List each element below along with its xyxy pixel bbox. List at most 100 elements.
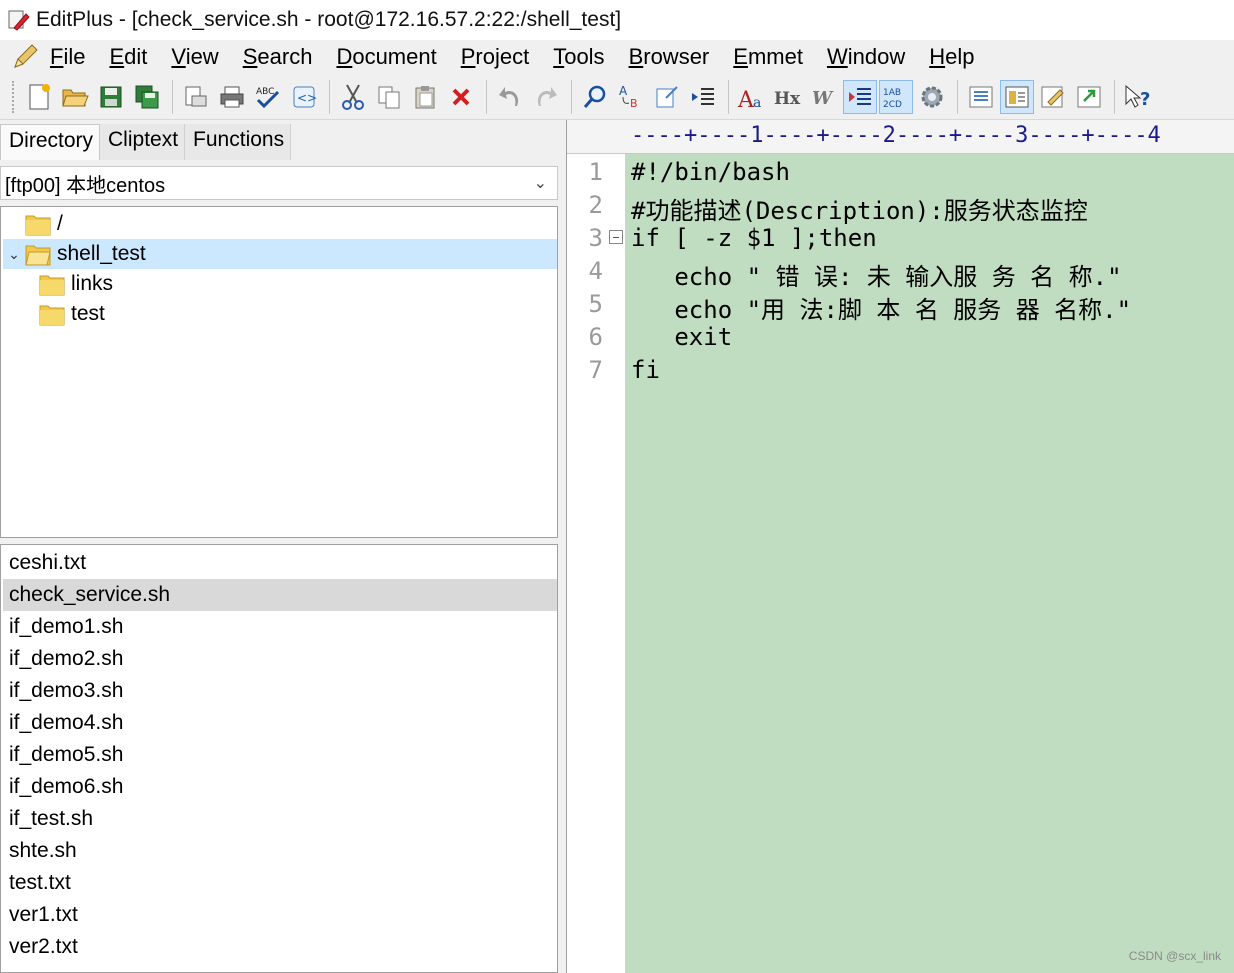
file-item[interactable]: ceshi.txt — [3, 547, 557, 579]
menu-bar: File Edit View Search Document Project T… — [0, 40, 1234, 74]
panel-icon[interactable] — [1000, 79, 1034, 114]
menu-tools[interactable]: Tools — [553, 44, 604, 70]
print-icon[interactable] — [215, 80, 249, 114]
fold-collapse-icon[interactable] — [609, 230, 623, 244]
redo-icon[interactable] — [529, 80, 563, 114]
undo-icon[interactable] — [493, 80, 527, 114]
file-item[interactable]: ver2.txt — [3, 931, 557, 963]
file-item[interactable]: if_demo2.sh — [3, 643, 557, 675]
spellcheck-icon[interactable]: ABC — [251, 80, 285, 114]
file-item[interactable]: if_demo4.sh — [3, 707, 557, 739]
hx-icon[interactable]: Hx — [771, 80, 805, 114]
svg-text:A: A — [619, 84, 628, 98]
ruler-marks: ----+----1----+----2----+----3----+----4 — [631, 123, 1161, 148]
menu-view[interactable]: View — [171, 44, 218, 70]
svg-text:?: ? — [1140, 89, 1150, 110]
directory-tree: / ⌄ shell_test links test — [0, 206, 558, 538]
font-icon[interactable]: Aa — [735, 80, 769, 114]
svg-text:ABC: ABC — [256, 87, 274, 97]
tree-item-label: links — [71, 272, 114, 295]
save-icon[interactable] — [94, 80, 128, 114]
pencil-icon — [14, 44, 38, 68]
code-line: #!/bin/bash — [631, 158, 790, 186]
copy-icon[interactable] — [372, 80, 406, 114]
folder-icon — [39, 305, 65, 326]
menu-help[interactable]: Help — [929, 44, 974, 70]
tab-cliptext[interactable]: Cliptext — [100, 124, 186, 160]
menu-emmet[interactable]: Emmet — [733, 44, 803, 70]
replace-icon[interactable]: AB — [614, 80, 648, 114]
svg-text:2CD: 2CD — [883, 100, 902, 110]
chevron-down-icon[interactable]: ⌄ — [534, 173, 547, 193]
file-item[interactable]: if_test.sh — [3, 803, 557, 835]
file-list: ceshi.txt check_service.sh if_demo1.sh i… — [0, 544, 558, 973]
file-item[interactable]: if_demo3.sh — [3, 675, 557, 707]
svg-text:1AB: 1AB — [883, 88, 901, 98]
line-number-gutter: 1 2 3 4 5 6 7 — [567, 154, 625, 973]
ftp-account-dropdown[interactable]: [ftp00] 本地centos ⌄ — [0, 166, 558, 200]
tab-functions[interactable]: Functions — [185, 124, 292, 160]
menu-file[interactable]: File — [50, 44, 85, 70]
tree-item-shell-test[interactable]: ⌄ shell_test — [3, 239, 557, 269]
toolbar-separator — [957, 79, 958, 114]
word-wrap-icon[interactable]: W — [807, 80, 841, 114]
file-item[interactable]: test.txt — [3, 867, 557, 899]
file-item[interactable]: if_demo1.sh — [3, 611, 557, 643]
ftp-account-value: [ftp00] 本地centos — [5, 174, 166, 197]
menu-search[interactable]: Search — [243, 44, 313, 70]
new-file-icon[interactable] — [22, 80, 56, 114]
file-item[interactable]: shte.sh — [3, 835, 557, 867]
export-icon[interactable] — [1072, 80, 1106, 114]
print-preview-icon[interactable] — [179, 80, 213, 114]
chevron-down-icon[interactable]: ⌄ — [3, 246, 25, 263]
file-item[interactable]: if_demo5.sh — [3, 739, 557, 771]
tree-item-label: shell_test — [57, 242, 146, 265]
settings-icon[interactable] — [915, 80, 949, 114]
tree-item-links[interactable]: links — [3, 269, 557, 299]
toolbar-separator — [486, 79, 487, 114]
folder-icon — [25, 215, 51, 236]
svg-text:B: B — [630, 97, 638, 110]
code-line: exit — [631, 323, 733, 351]
toolbar-grip[interactable] — [12, 80, 16, 113]
save-all-icon[interactable] — [130, 80, 164, 114]
tab-directory[interactable]: Directory — [0, 124, 101, 160]
help-icon[interactable]: ? — [1121, 80, 1155, 114]
go-to-icon[interactable] — [650, 80, 684, 114]
menu-window[interactable]: Window — [827, 44, 905, 70]
file-item[interactable]: check_service.sh — [3, 579, 557, 611]
edit-icon[interactable] — [1036, 80, 1070, 114]
title-bar: EditPlus - [check_service.sh - root@172.… — [0, 0, 1234, 40]
line-numbers-icon[interactable] — [843, 79, 877, 114]
paste-icon[interactable] — [408, 80, 442, 114]
menu-edit[interactable]: Edit — [109, 44, 147, 70]
watermark: CSDN @scx_link — [1128, 949, 1221, 963]
menu-project[interactable]: Project — [461, 44, 529, 70]
file-item[interactable]: ver1.txt — [3, 899, 557, 931]
toolbar-separator — [728, 79, 729, 114]
line-number: 1 — [588, 158, 603, 186]
code-line: fi — [631, 356, 660, 384]
cut-icon[interactable] — [336, 80, 370, 114]
file-item[interactable]: if_demo6.sh — [3, 771, 557, 803]
abcd-icon[interactable]: 1AB 2CD — [879, 79, 913, 114]
browser-preview-icon[interactable]: <> — [287, 80, 321, 114]
indent-icon[interactable] — [686, 80, 720, 114]
delete-icon[interactable] — [444, 80, 478, 114]
editplus-app-icon — [8, 10, 30, 31]
open-file-icon[interactable] — [58, 80, 92, 114]
tree-item-root[interactable]: / — [3, 209, 557, 239]
menu-document[interactable]: Document — [336, 44, 436, 70]
code-editor: ----+----1----+----2----+----3----+----4… — [566, 120, 1234, 973]
view-icon[interactable] — [964, 80, 998, 114]
find-icon[interactable] — [578, 80, 612, 114]
code-line: if [ -z $1 ];then — [631, 224, 877, 252]
code-text-area[interactable]: #!/bin/bash #功能描述(Description):服务状态监控 if… — [625, 154, 1234, 973]
tree-item-label: / — [57, 212, 63, 235]
svg-text:<>: <> — [297, 91, 317, 105]
menu-browser[interactable]: Browser — [629, 44, 710, 70]
toolbar-separator — [1114, 79, 1115, 114]
tree-item-test[interactable]: test — [3, 299, 557, 329]
tree-item-label: test — [71, 302, 105, 325]
toolbar-separator — [571, 79, 572, 114]
